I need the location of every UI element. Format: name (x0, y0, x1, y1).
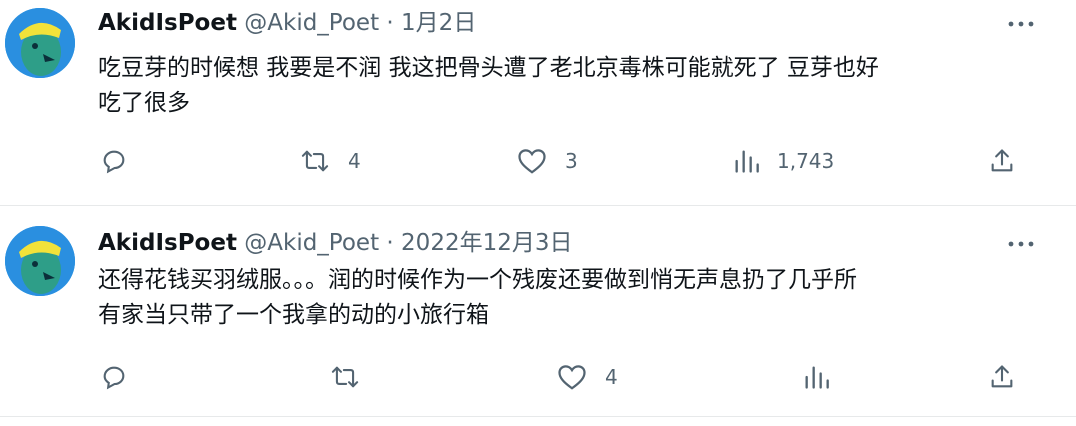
tweet-date[interactable]: 2022年12月3日 (401, 230, 572, 256)
tweet[interactable]: AkidIsPoet @Akid_Poet · 1月2日 吃豆芽的时候想 我要是… (0, 0, 1076, 205)
tweet[interactable]: AkidIsPoet @Akid_Poet · 2022年12月3日 还得花钱买… (0, 206, 1076, 416)
tweet-text-line: 还得花钱买羽绒服。。。润的时候作为一个残废还要做到悄无声息扔了几乎所 (98, 267, 857, 293)
tweet-text: 吃豆芽的时候想 我要是不润 我这把骨头遭了老北京毒株可能就死了 豆芽也好 吃了很… (98, 51, 1038, 121)
tweet-date[interactable]: 1月2日 (401, 10, 476, 36)
views-icon (805, 366, 829, 389)
retweet-icon (301, 150, 329, 172)
tweet-divider (0, 416, 1076, 417)
share-button[interactable] (988, 363, 1016, 391)
more-icon[interactable] (1004, 232, 1038, 256)
like-button[interactable]: 4 (557, 363, 618, 391)
reply-button[interactable] (100, 147, 146, 175)
like-button[interactable]: 3 (517, 147, 578, 175)
like-count: 4 (605, 365, 618, 389)
share-icon (991, 365, 1013, 388)
separator: · (386, 230, 394, 256)
tweet-header: AkidIsPoet @Akid_Poet · 1月2日 (98, 8, 476, 38)
views-button[interactable] (803, 363, 847, 391)
tweet-header: AkidIsPoet @Akid_Poet · 2022年12月3日 (98, 228, 572, 258)
retweet-button[interactable] (330, 363, 378, 391)
reply-button[interactable] (100, 363, 146, 391)
retweet-icon (331, 366, 359, 388)
display-name[interactable]: AkidIsPoet (98, 230, 237, 256)
avatar[interactable] (5, 226, 75, 296)
tweet-text: 还得花钱买羽绒服。。。润的时候作为一个残废还要做到悄无声息扔了几乎所 有家当只带… (98, 263, 1038, 333)
tweet-feed: AkidIsPoet @Akid_Poet · 1月2日 吃豆芽的时候想 我要是… (0, 0, 1076, 426)
views-count: 1,743 (777, 149, 835, 173)
separator: · (386, 10, 394, 36)
tweet-text-line: 吃豆芽的时候想 我要是不润 我这把骨头遭了老北京毒株可能就死了 豆芽也好 (98, 55, 879, 81)
tweet-text-line: 有家当只带了一个我拿的动的小旅行箱 (98, 302, 489, 328)
like-count: 3 (565, 149, 578, 173)
tweet-text-line: 吃了很多 (98, 90, 190, 116)
reply-icon (103, 150, 125, 174)
like-icon (558, 365, 586, 390)
more-icon[interactable] (1004, 12, 1038, 36)
reply-icon (103, 366, 125, 390)
retweet-count: 4 (348, 149, 361, 173)
handle[interactable]: @Akid_Poet (244, 230, 379, 256)
retweet-button[interactable]: 4 (300, 147, 361, 175)
avatar[interactable] (5, 8, 75, 78)
share-icon (991, 149, 1013, 172)
handle[interactable]: @Akid_Poet (244, 10, 379, 36)
display-name[interactable]: AkidIsPoet (98, 10, 237, 36)
like-icon (518, 149, 546, 174)
views-icon (735, 150, 759, 173)
views-button[interactable]: 1,743 (733, 147, 834, 175)
share-button[interactable] (988, 147, 1016, 175)
